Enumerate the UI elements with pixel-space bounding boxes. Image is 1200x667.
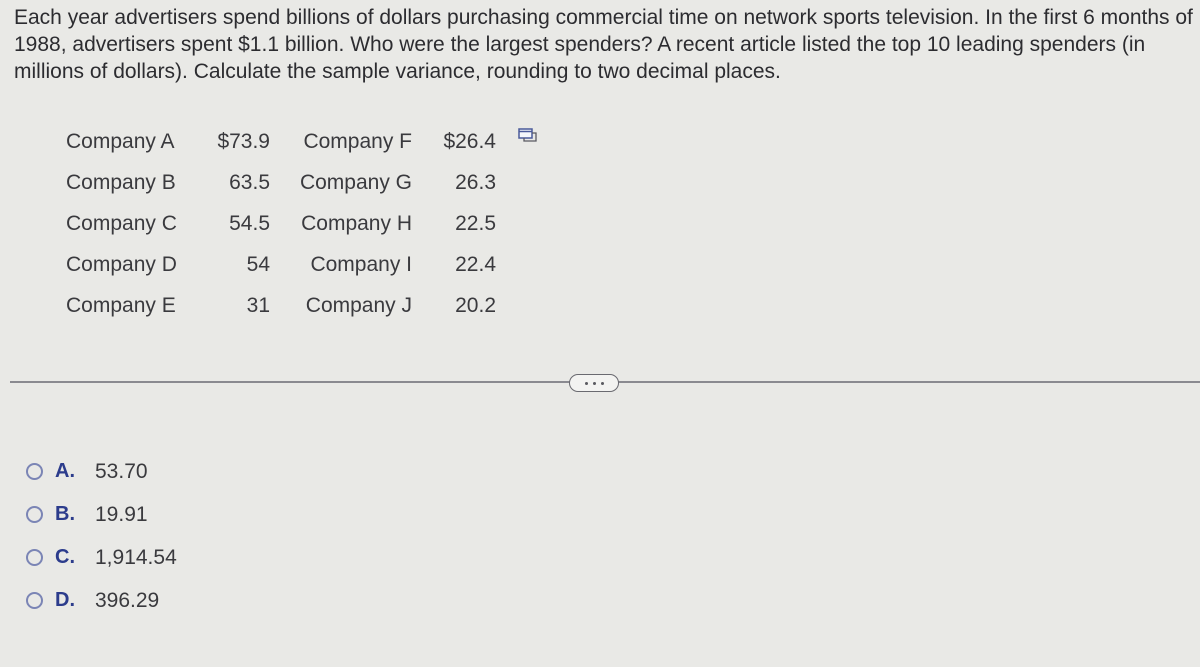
more-options-button[interactable] <box>569 374 619 392</box>
radio-button[interactable] <box>26 463 43 480</box>
company-name: Company F <box>303 130 412 153</box>
company-value: $73.9 <box>217 130 270 153</box>
company-name: Company I <box>310 253 412 276</box>
option-b[interactable]: B. 19.91 <box>26 493 177 536</box>
company-value: 31 <box>246 294 270 317</box>
radio-button[interactable] <box>26 549 43 566</box>
company-name: Company D <box>66 253 177 276</box>
question-text: Each year advertisers spend billions of … <box>14 6 1193 83</box>
company-value: 22.5 <box>455 212 496 235</box>
ellipsis-icon <box>592 381 596 385</box>
table-row: Company E 31 Company J 20.2 <box>66 290 506 331</box>
answer-options: A. 53.70 B. 19.91 C. 1,914.54 D. 396.29 <box>26 450 177 622</box>
company-name: Company B <box>66 171 176 194</box>
option-value: 19.91 <box>95 502 148 526</box>
option-letter: A. <box>55 460 75 482</box>
company-name: Company C <box>66 212 177 235</box>
company-value: $26.4 <box>443 130 496 153</box>
radio-button[interactable] <box>26 506 43 523</box>
option-d[interactable]: D. 396.29 <box>26 579 177 622</box>
option-letter: D. <box>55 589 75 611</box>
copy-window-icon[interactable] <box>518 128 538 144</box>
ellipsis-icon <box>584 381 588 385</box>
option-letter: B. <box>55 503 75 525</box>
company-value: 63.5 <box>229 171 270 194</box>
option-letter: C. <box>55 546 75 568</box>
company-name: Company A <box>66 130 175 153</box>
company-value: 26.3 <box>455 171 496 194</box>
table-row: Company D 54 Company I 22.4 <box>66 249 506 290</box>
company-value: 22.4 <box>455 253 496 276</box>
company-value: 20.2 <box>455 294 496 317</box>
option-a[interactable]: A. 53.70 <box>26 450 177 493</box>
company-value: 54 <box>246 253 270 276</box>
option-value: 53.70 <box>95 459 148 483</box>
company-name: Company E <box>66 294 176 317</box>
ellipsis-icon <box>600 381 604 385</box>
company-value: 54.5 <box>229 212 270 235</box>
company-name: Company J <box>305 294 412 317</box>
spending-table: Company A $73.9 Company F $26.4 Company … <box>66 126 506 331</box>
table-row: Company C 54.5 Company H 22.5 <box>66 208 506 249</box>
radio-button[interactable] <box>26 592 43 609</box>
option-c[interactable]: C. 1,914.54 <box>26 536 177 579</box>
company-name: Company H <box>301 212 412 235</box>
table-row: Company B 63.5 Company G 26.3 <box>66 167 506 208</box>
option-value: 396.29 <box>95 588 160 612</box>
option-value: 1,914.54 <box>95 545 177 569</box>
table-row: Company A $73.9 Company F $26.4 <box>66 126 506 167</box>
company-name: Company G <box>299 171 412 194</box>
